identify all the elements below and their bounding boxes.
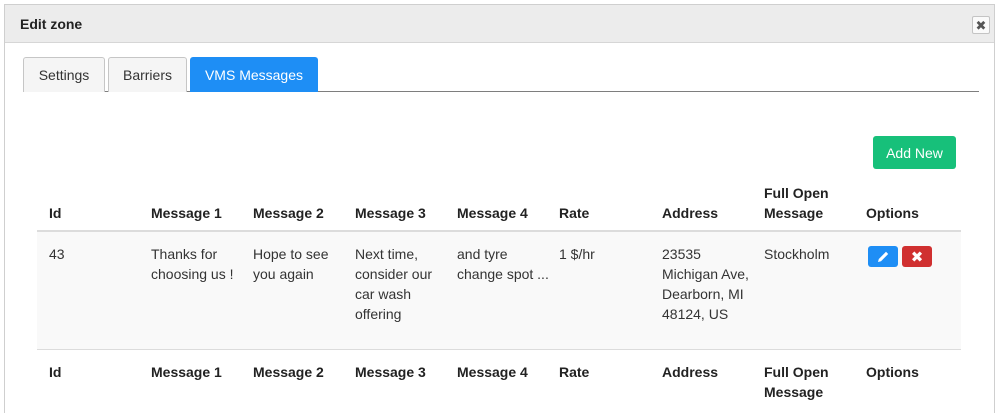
edit-zone-dialog: Edit zone ✖ Settings Barriers VMS Messag… <box>4 4 995 413</box>
close-icon: ✖ <box>975 17 987 33</box>
footer-id: Id <box>49 364 62 380</box>
footer-options: Options <box>866 364 919 380</box>
pencil-icon <box>877 251 888 262</box>
add-new-button[interactable]: Add New <box>873 136 956 169</box>
footer-address: Address <box>662 364 719 380</box>
header-message-2: Message 2 <box>253 205 324 221</box>
table-footer-row: Id Message 1 Message 2 Message 3 Message… <box>37 351 961 405</box>
footer-message-2: Message 2 <box>253 364 324 380</box>
delete-button[interactable]: ✖ <box>902 246 932 267</box>
cell-full-open-message: Stockholm <box>764 246 830 262</box>
footer-message-3: Message 3 <box>355 364 426 380</box>
footer-message-1: Message 1 <box>151 364 222 380</box>
table-row: 43 Thanks for choosing us ! Hope to see … <box>37 232 961 350</box>
footer-message-4: Message 4 <box>457 364 528 380</box>
header-address: Address <box>662 205 719 221</box>
close-icon: ✖ <box>910 248 924 266</box>
tab-barriers[interactable]: Barriers <box>108 57 187 92</box>
tab-bar: Settings Barriers VMS Messages <box>23 57 979 92</box>
cell-rate: 1 $/hr <box>559 246 595 262</box>
edit-button[interactable] <box>868 246 898 267</box>
cell-address: 23535 Michigan Ave, Dearborn, MI 48124, … <box>662 246 749 322</box>
tab-settings[interactable]: Settings <box>23 57 105 92</box>
tab-vms-messages[interactable]: VMS Messages <box>190 57 318 92</box>
cell-message-4: and tyre change spot ... <box>457 246 549 282</box>
cell-message-3: Next time, consider our car wash offerin… <box>355 246 433 322</box>
header-message-3: Message 3 <box>355 205 426 221</box>
cell-id: 43 <box>49 246 65 262</box>
header-id: Id <box>49 205 62 221</box>
header-message-4: Message 4 <box>457 205 528 221</box>
footer-full-open-message: Full Open Message <box>764 364 829 400</box>
header-options: Options <box>866 205 919 221</box>
header-full-open-message: Full Open Message <box>764 185 829 221</box>
table-header-row: Id Message 1 Message 2 Message 3 Message… <box>37 178 961 232</box>
cell-message-2: Hope to see you again <box>253 246 329 282</box>
header-rate: Rate <box>559 205 590 221</box>
header-message-1: Message 1 <box>151 205 222 221</box>
dialog-title: Edit zone <box>20 16 83 32</box>
dialog-titlebar: Edit zone ✖ <box>5 5 994 43</box>
cell-message-1: Thanks for choosing us ! <box>151 246 234 282</box>
footer-rate: Rate <box>559 364 590 380</box>
close-button[interactable]: ✖ <box>972 16 990 34</box>
